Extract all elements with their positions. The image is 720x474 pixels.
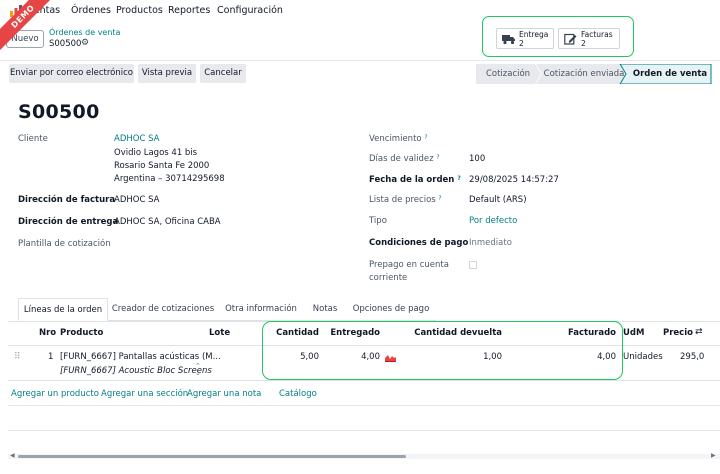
- breadcrumb-current-record: S00500: [49, 39, 82, 49]
- delivery-address-field[interactable]: ADHOC SA, Oficina CABA: [114, 217, 221, 227]
- tab-quotation-builder[interactable]: Creador de cotizaciones: [108, 298, 218, 321]
- tab-notes[interactable]: Notas: [304, 298, 346, 321]
- row-product[interactable]: [FURN_6667] Pantallas acústicas (M...: [60, 352, 221, 362]
- type-label: Tipo: [369, 216, 387, 226]
- tab-order-lines[interactable]: Líneas de la orden: [18, 298, 108, 321]
- invoices-smart-button[interactable]: Facturas 2: [558, 28, 620, 49]
- status-cotizacion[interactable]: Cotización: [480, 64, 536, 84]
- invoice-address-field[interactable]: ADHOC SA: [114, 195, 159, 205]
- pricelist-label: Lista de precios ?: [369, 195, 442, 205]
- help-icon[interactable]: ?: [436, 154, 439, 161]
- customer-field[interactable]: ADHOC SA: [114, 134, 159, 144]
- validity-days-field[interactable]: 100: [469, 154, 485, 164]
- invoices-label: Facturas: [581, 30, 613, 39]
- col-udm[interactable]: UdM: [623, 328, 644, 338]
- breadcrumb[interactable]: Órdenes de venta: [49, 28, 120, 37]
- control-divider: [0, 60, 720, 61]
- col-lote[interactable]: Lote: [209, 328, 230, 338]
- help-icon[interactable]: ?: [457, 175, 460, 182]
- customer-address-line3: Argentina – 30714295698: [114, 174, 225, 184]
- record-title: S00500: [18, 101, 100, 123]
- updown-icon[interactable]: ⌃ ⌄: [195, 363, 201, 377]
- row-precio[interactable]: 295,0: [680, 352, 704, 362]
- nav-configuracion[interactable]: Configuración: [217, 5, 283, 16]
- help-icon[interactable]: ?: [438, 195, 441, 202]
- invoice-edit-icon: [564, 33, 577, 45]
- pricelist-field[interactable]: Default (ARS): [469, 195, 527, 205]
- add-section-link[interactable]: Agregar una sección: [101, 389, 188, 399]
- invoice-address-label: Dirección de factura: [18, 195, 116, 205]
- nav-productos[interactable]: Productos: [116, 5, 163, 16]
- delivery-smart-button[interactable]: Entrega 2: [496, 28, 554, 49]
- status-cotizacion-enviada[interactable]: Cotización enviada: [542, 64, 626, 84]
- help-icon[interactable]: ?: [424, 134, 427, 141]
- payment-terms-label: Condiciones de pago: [369, 238, 469, 248]
- tab-other-info[interactable]: Otra información: [218, 298, 304, 321]
- table-line: [8, 430, 720, 431]
- gear-icon[interactable]: ⚙: [81, 38, 89, 48]
- order-date-field[interactable]: 29/08/2025 14:57:27: [469, 175, 559, 185]
- delivery-label: Entrega: [519, 30, 549, 39]
- validity-days-label: Días de validez ?: [369, 154, 440, 164]
- tab-payment-options[interactable]: Opciones de pago: [346, 298, 436, 321]
- column-settings-icon[interactable]: ⇄: [695, 327, 703, 337]
- scrollbar-thumb[interactable]: [18, 455, 406, 458]
- status-orden-de-venta[interactable]: Orden de venta: [628, 64, 712, 84]
- truck-icon: [502, 35, 515, 45]
- customer-label: Cliente: [18, 134, 48, 144]
- row-divider: [8, 380, 720, 381]
- drag-handle-icon[interactable]: ⠿: [14, 352, 21, 362]
- delivery-address-label: Dirección de entrega: [18, 217, 119, 227]
- catalog-link[interactable]: Catálogo: [279, 389, 317, 399]
- nav-reportes[interactable]: Reportes: [168, 5, 210, 16]
- quantities-highlight: [262, 321, 623, 380]
- preview-button[interactable]: Vista previa: [138, 64, 196, 83]
- scroll-left-icon[interactable]: ◀: [10, 452, 15, 459]
- prepaid-checkbox[interactable]: [469, 261, 477, 269]
- col-producto[interactable]: Producto: [60, 328, 103, 338]
- table-line: [8, 405, 720, 406]
- row-nro: 1: [48, 352, 54, 362]
- prepaid-label-line2: corriente: [369, 273, 408, 283]
- payment-terms-field[interactable]: Inmediato: [469, 238, 512, 248]
- invoices-count: 2: [581, 39, 586, 48]
- nav-ordenes[interactable]: Órdenes: [71, 5, 111, 16]
- col-nro[interactable]: Nro: [39, 328, 56, 338]
- add-product-link[interactable]: Agregar un producto: [11, 389, 99, 399]
- quotation-template-label: Plantilla de cotización: [18, 239, 111, 249]
- expiration-label: Vencimiento ?: [369, 134, 428, 144]
- order-date-label: Fecha de la orden ?: [369, 175, 461, 185]
- customer-address-line1: Ovidio Lagos 41 bis: [114, 148, 198, 158]
- add-note-link[interactable]: Agregar una nota: [187, 389, 261, 399]
- scroll-right-icon[interactable]: ▶: [711, 452, 716, 459]
- customer-address-line2: Rosario Santa Fe 2000: [114, 161, 210, 171]
- prepaid-label-line1: Prepago en cuenta: [369, 260, 449, 270]
- col-precio[interactable]: Precio: [663, 328, 693, 338]
- cancel-button[interactable]: Cancelar: [200, 64, 246, 83]
- row-description[interactable]: [FURN_6667] Acoustic Bloc Screens: [60, 366, 212, 376]
- type-field[interactable]: Por defecto: [469, 216, 517, 226]
- delivery-count: 2: [519, 39, 524, 48]
- row-udm[interactable]: Unidades: [623, 352, 663, 362]
- send-email-button[interactable]: Enviar por correo electrónico: [9, 64, 134, 83]
